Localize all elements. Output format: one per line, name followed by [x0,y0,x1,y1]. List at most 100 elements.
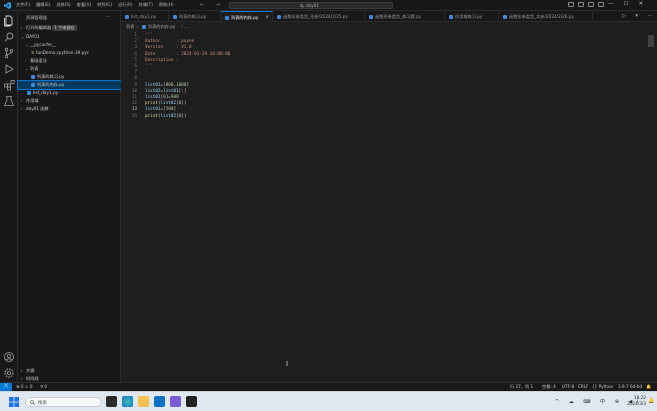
taskbar-clock[interactable]: 18:22 2024/3/3 [620,395,646,407]
menu-selection[interactable]: 选择(S) [56,2,70,8]
tab-list-day1[interactable]: list_day1.py [121,11,169,22]
extensions-icon[interactable] [3,79,15,91]
problems-indicator[interactable]: ⊗ 0 ⚠ 0 [16,384,33,389]
menu-terminal[interactable]: 终端(T) [139,2,153,8]
toggle-secondary-sidebar-icon[interactable] [588,2,594,7]
terminal-taskbar-icon[interactable] [186,396,197,407]
notifications-bell-icon[interactable]: 🔔 [646,384,651,390]
tab-list-memory[interactable]: 列表的内存.py × [221,11,273,22]
tab-scope-practice[interactable]: 作用域练习.py [445,11,499,22]
code-line[interactable]: list01=[500] [145,107,176,112]
windows-start-icon[interactable] [9,397,19,407]
app-taskbar-icon[interactable] [170,396,181,407]
tree-item-pycache[interactable]: ⌄ __pycache__ [18,41,121,49]
code-line[interactable]: list01=[800,1000] [145,83,189,88]
taskbar-search[interactable]: 搜索 [25,397,102,407]
tree-item-scope[interactable]: › 作用域 [18,97,121,105]
language-mode[interactable]: {} Python [592,384,613,389]
python-interpreter[interactable]: 3.9.7 64-bit [618,384,642,389]
close-tab-icon[interactable]: × [265,15,269,20]
toggle-primary-sidebar-icon[interactable] [568,2,574,7]
nav-arrows[interactable]: ← → [200,2,225,8]
run-python-file-button[interactable]: ▷ ▾ ⋯ [622,13,657,19]
sidebar-more-icon[interactable]: ··· [106,14,111,20]
code-line[interactable]: Description : [145,58,179,63]
code-line[interactable]: print(list02[0]) [145,114,186,119]
window-controls: — ☐ ✕ [608,1,643,7]
code-token: Description : [145,57,179,63]
account-icon[interactable] [3,351,15,363]
line-number: 1 [134,33,137,38]
tree-item-list-memory[interactable]: 列表的内存.py [17,80,122,90]
tree-item-basic-syntax[interactable]: › 基础语法 [18,57,121,65]
encoding[interactable]: UTF-8 [562,384,574,389]
tree-item-day01-functions[interactable]: › day01 函数 [18,105,121,113]
menu-run[interactable]: 运行(R) [118,2,133,8]
minimize-button[interactable]: — [608,1,614,7]
tree-item-list-practice[interactable]: 列表的练习.py [18,73,121,81]
code-editor[interactable]: 1 2 3 4 5 6 7 8 9 10 11 12 13 14 ''' Author : payne Ver… [121,31,657,382]
breadcrumb-folder[interactable]: 列表 [126,24,134,30]
code-line[interactable]: Author : payne [145,39,194,44]
source-control-icon[interactable] [3,47,15,59]
line-endings[interactable]: CRLF [578,384,589,389]
vscode-taskbar-icon[interactable] [154,396,165,407]
ports-indicator[interactable]: ⚲ 0 [40,384,47,389]
menu-help[interactable]: 帮助(H) [159,2,174,8]
tab-func-params-exercise[interactable]: 函数形参类型_练习题.py [365,11,445,22]
tab-list-practice[interactable]: 列表的练习.py [169,11,221,22]
menu-file[interactable]: 文件(F) [16,2,30,8]
python-file-icon [449,15,453,19]
command-center-search[interactable]: day01 [229,2,393,9]
line-number: 5 [134,57,137,63]
tab-label: 函数形参类型_实参/2024/2/26.py [509,14,574,19]
chevron-right-icon: › [25,58,27,63]
notifications-bell-icon[interactable]: 🔔 [648,398,654,404]
python-file-icon [125,15,129,19]
section-workspace[interactable]: ⌄ DAY01 [18,33,121,41]
code-line[interactable]: Version : V1.0 [145,45,192,50]
cursor-position[interactable]: 行 17，列 1 [510,384,533,390]
tree-item-list-folder[interactable]: ⌄ 列表 [18,65,121,73]
code-token: ''' [145,64,153,69]
menu-view[interactable]: 查看(V) [77,2,92,8]
code-token: ]) [181,101,187,107]
close-window-button[interactable]: ✕ [638,1,643,7]
breadcrumb-file[interactable]: 列表的内存.py [148,24,175,30]
section-open-editors[interactable]: › 打开的编辑器 1 个未保存 [18,24,121,32]
breadcrumb-symbols[interactable]: ... [185,24,189,29]
code-token: ] [173,107,177,113]
code-line[interactable]: Date : 2024-01-29 10:00:00 [145,52,230,57]
search-icon[interactable] [3,31,15,43]
code-line[interactable]: list02=list01[:] [145,89,186,94]
code-line[interactable]: ''' [145,64,153,69]
code-line[interactable]: ''' [145,33,153,38]
customize-layout-icon[interactable] [598,2,604,7]
search-icon [300,4,304,8]
tab-func-params-formal[interactable]: 函数形参类型_形参/2024/2/25.py [273,11,365,22]
code-token: ]) [181,113,187,119]
tab-func-params-actual[interactable]: 函数形参类型_实参/2024/2/26.py [499,11,593,22]
explorer-icon[interactable] [3,15,15,27]
testing-icon[interactable] [3,95,15,107]
editor-scrollbar[interactable] [648,35,654,47]
section-outline[interactable]: › 大纲 [18,367,121,375]
file-explorer-icon[interactable] [138,396,149,407]
code-token: list02 [160,101,177,107]
chevron-right-icon: › [21,106,23,111]
menu-edit[interactable]: 编辑(E) [36,2,50,8]
run-debug-icon[interactable] [3,63,15,75]
tree-item-list-day1[interactable]: list_day1.py [18,89,121,97]
toggle-panel-icon[interactable] [578,2,584,7]
maximize-button[interactable]: ☐ [624,1,629,7]
code-token: 1000 [176,82,187,88]
settings-gear-icon[interactable] [3,367,15,379]
task-view-icon[interactable] [106,396,117,407]
edge-browser-icon[interactable] [122,396,133,407]
indentation[interactable]: 空格: 4 [542,384,556,390]
menu-go[interactable]: 转到(G) [97,2,112,8]
code-line[interactable]: print(list02[0]) [145,101,186,106]
remote-indicator[interactable]: ⟩⟨ [0,383,12,391]
tree-item-pyc-file[interactable]: ≡ funDemo.cpython-39.pyc [18,49,121,57]
code-line[interactable]: list01[0]=900 [145,95,179,100]
